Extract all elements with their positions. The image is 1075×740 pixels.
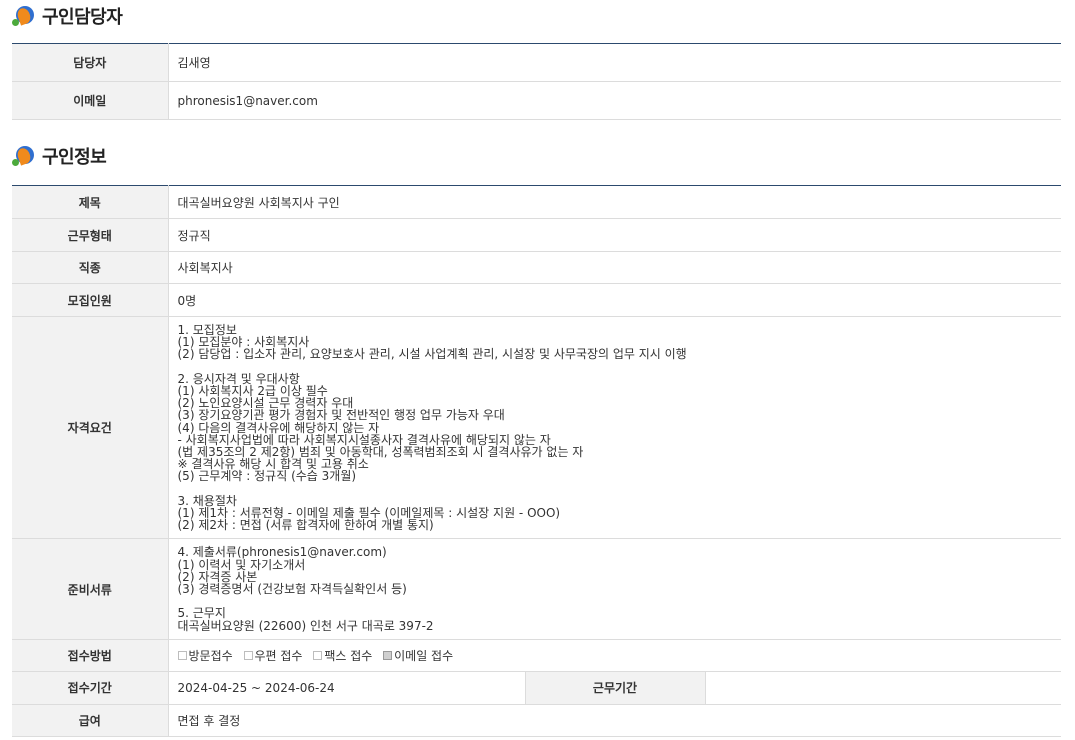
option-visit[interactable]: 방문접수 [177, 648, 233, 663]
text-line: (4) 다음의 결격사유에 해당하지 않는 자 [177, 420, 380, 435]
section-title-text: 구인담당자 [42, 7, 123, 28]
row-label: 접수방법 [12, 639, 169, 672]
table-row: 이메일 phronesis1@naver.com [12, 81, 1061, 120]
section-title-job: 구인정보 [12, 141, 107, 171]
employment-type-value: 정규직 [168, 218, 1061, 252]
table-row: 모집인원 0명 [12, 283, 1061, 317]
headcount-value: 0명 [168, 283, 1061, 317]
text-line: (2) 담당업 : 입소자 관리, 요양보호사 관리, 시설 사업계획 관리, … [177, 347, 687, 362]
text-line: (2) 제2차 : 면접 (서류 합격자에 한하여 개별 통지) [177, 518, 434, 533]
table-row: 직종 사회복지사 [12, 251, 1061, 284]
table-row: 접수방법 방문접수 우편 접수 팩스 접수 이메일 접수 [12, 639, 1061, 672]
option-fax[interactable]: 팩스 접수 [313, 649, 372, 663]
option-mail[interactable]: 우편 접수 [243, 648, 303, 663]
row-label: 모집인원 [12, 283, 169, 317]
row-label: 근무형태 [12, 218, 169, 252]
row-label: 이메일 [12, 81, 169, 120]
option-label: 방문접수 [188, 648, 233, 663]
table-row: 담당자 김새영 [12, 43, 1061, 82]
job-title-value: 대곡실버요양원 사회복지사 구인 [168, 185, 1061, 219]
recruiter-name: 김새영 [168, 43, 1061, 82]
documents-value: 4. 제출서류(phronesis1@naver.com) (1) 이력서 및 … [168, 538, 1061, 640]
logo-icon [12, 144, 36, 168]
section-title-recruiter: 구인담당자 [12, 1, 123, 31]
row-label: 근무기간 [524, 671, 706, 705]
checkbox-icon[interactable] [313, 650, 323, 660]
job-info-table: 제목 대곡실버요양원 사회복지사 구인 근무형태 정규직 직종 사회복지사 모집… [12, 185, 1061, 737]
table-row: 자격요건 1. 모집정보 (1) 모집분야 : 사회복지사 (2) 담당업 : … [12, 316, 1061, 540]
section-title-text: 구인정보 [42, 147, 107, 168]
application-period-value: 2024-04-25 ~ 2024-06-24 [168, 671, 525, 705]
text-line: (3) 장기요양기관 평가 경험자 및 전반적인 행정 업무 가능자 우대 [177, 408, 505, 423]
work-period-value [705, 671, 1061, 705]
option-label: 팩스 접수 [324, 648, 373, 663]
row-label: 준비서류 [12, 538, 169, 640]
text-line: (5) 근무계약 : 정규직 (수습 3개월) [177, 469, 357, 484]
text-line [178, 595, 1053, 607]
row-label: 담당자 [12, 43, 169, 82]
text-line [178, 361, 1053, 373]
checkbox-checked-icon[interactable] [383, 650, 393, 660]
table-row: 근무형태 정규직 [12, 218, 1061, 252]
recruiter-table: 담당자 김새영 이메일 phronesis1@naver.com [12, 43, 1061, 120]
table-row: 접수기간 2024-04-25 ~ 2024-06-24 근무기간 [12, 671, 1061, 705]
row-label: 직종 [12, 251, 169, 284]
table-row: 제목 대곡실버요양원 사회복지사 구인 [12, 185, 1061, 219]
text-line: (1) 이력서 및 자기소개서 [177, 557, 306, 572]
logo-icon [12, 4, 36, 28]
option-label: 우편 접수 [254, 648, 303, 663]
option-label: 이메일 접수 [394, 648, 454, 663]
table-row: 준비서류 4. 제출서류(phronesis1@naver.com) (1) 이… [12, 538, 1061, 640]
qualifications-value: 1. 모집정보 (1) 모집분야 : 사회복지사 (2) 담당업 : 입소자 관… [168, 316, 1061, 540]
text-line: 4. 제출서류(phronesis1@naver.com) [177, 545, 387, 560]
text-line: 대곡실버요양원 (22600) 인천 서구 대곡로 397-2 [177, 618, 434, 633]
text-line [178, 483, 1053, 495]
table-row: 급여 면접 후 결정 [12, 704, 1061, 737]
recruiter-email: phronesis1@naver.com [168, 81, 1061, 120]
occupation-value: 사회복지사 [168, 251, 1061, 284]
checkbox-icon[interactable] [243, 650, 253, 660]
text-line: (3) 경력증명서 (건강보험 자격득실확인서 등) [177, 582, 407, 597]
row-label: 자격요건 [12, 316, 169, 540]
option-email[interactable]: 이메일 접수 [383, 649, 453, 663]
row-label: 접수기간 [12, 671, 169, 705]
text-line: 5. 근무지 [177, 606, 226, 621]
checkbox-icon[interactable] [177, 650, 187, 660]
application-method-value: 방문접수 우편 접수 팩스 접수 이메일 접수 [168, 639, 1061, 672]
row-label: 급여 [12, 704, 169, 737]
row-label: 제목 [12, 185, 169, 219]
salary-value: 면접 후 결정 [168, 704, 1061, 737]
